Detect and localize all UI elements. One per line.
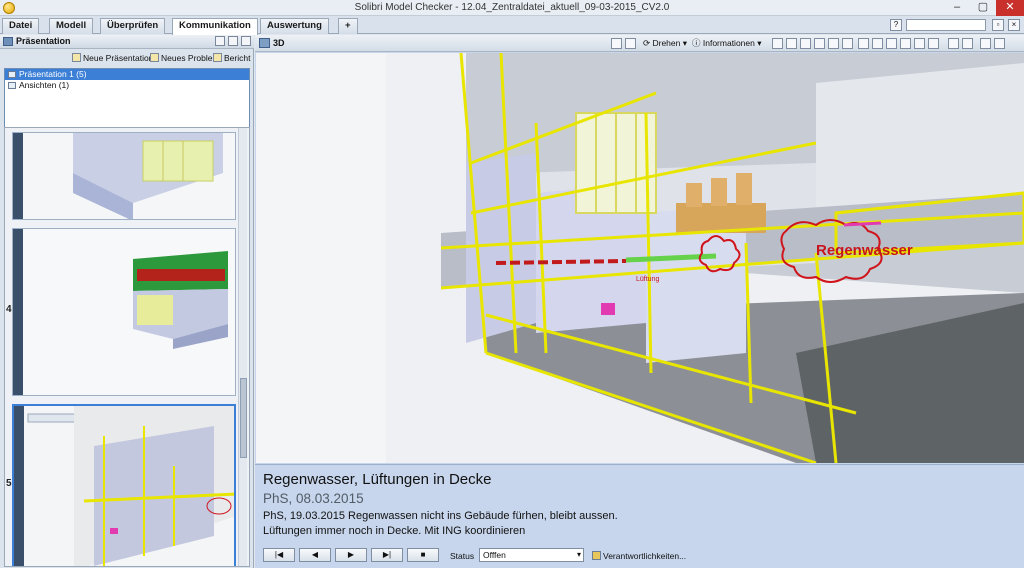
zoom-fit-icon[interactable] [886, 38, 897, 49]
status-label: Status [450, 551, 475, 561]
issue-title: Regenwasser, Lüftungen in Decke [263, 471, 492, 488]
viewer-toolbar: 3D ⟳ Drehen ▾ ⓘ Informationen ▾ [255, 35, 1024, 52]
slide-thumbnail-selected[interactable] [12, 404, 236, 566]
new-issue-button[interactable]: Neues Problem [150, 53, 220, 63]
presentation-icon [3, 37, 13, 46]
report-icon [213, 53, 222, 62]
title-bar: Solibri Model Checker - 12.04_Zentraldat… [0, 0, 1024, 16]
rotate-button[interactable]: ⟳ Drehen ▾ [643, 38, 687, 49]
panel-close-icon[interactable] [241, 36, 251, 46]
slide-number: 5 [6, 478, 12, 489]
issue-details: Regenwasser, Lüftungen in Decke PhS, 08.… [255, 464, 1024, 568]
tab-modell[interactable]: Modell [49, 18, 94, 34]
tab-auswertung[interactable]: Auswertung [260, 18, 329, 34]
last-slide-button[interactable]: ▶| [371, 548, 403, 562]
list-item-label: Ansichten (1) [19, 80, 70, 90]
issue-comment: Lüftungen immer noch in Decke. Mit ING k… [263, 525, 526, 537]
first-slide-button[interactable]: |◀ [263, 548, 295, 562]
slide-number: 4 [6, 304, 12, 315]
zoom-window-icon[interactable] [900, 38, 911, 49]
list-item-label: Präsentation 1 (5) [19, 69, 87, 79]
annotation-lueftung: Lüftung [636, 276, 659, 283]
panel-float-icon[interactable] [215, 36, 225, 46]
3d-viewport[interactable]: Regenwasser Lüftung [256, 53, 1024, 463]
window-title: Solibri Model Checker - 12.04_Zentraldat… [354, 2, 670, 13]
zoom-in-icon[interactable] [858, 38, 869, 49]
responsibilities-label: Verantwortlichkeiten... [603, 551, 687, 561]
panel-float-icon[interactable] [962, 38, 973, 49]
menu-bar: Datei Modell Überprüfen Kommunikation Au… [0, 16, 1024, 35]
tab-kommunikation[interactable]: Kommunikation [172, 18, 258, 35]
measure-tool-icon[interactable] [914, 38, 925, 49]
slide-thumbnail[interactable] [12, 132, 236, 220]
rotate-label: Drehen [652, 38, 681, 48]
issue-author-date: PhS, 08.03.2015 [263, 491, 364, 506]
status-value: Offfen [483, 550, 506, 560]
report-button[interactable]: Bericht [213, 53, 250, 63]
views-item-icon [8, 82, 16, 89]
new-presentation-label: Neue Präsentation [83, 53, 154, 63]
window-close-icon[interactable]: × [1008, 19, 1020, 31]
cube-3d-icon [259, 38, 270, 48]
zoom-out-icon[interactable] [872, 38, 883, 49]
slide-thumbnails: 4 5 [4, 127, 250, 567]
close-button[interactable]: ✕ [996, 0, 1024, 16]
viewer-panel: 3D ⟳ Drehen ▾ ⓘ Informationen ▾ Regenwas… [255, 35, 1024, 568]
info-button[interactable]: ⓘ Informationen ▾ [692, 38, 762, 49]
select-tool-icon[interactable] [928, 38, 939, 49]
scrollbar-thumb[interactable] [240, 378, 247, 458]
section-tool-icon[interactable] [786, 38, 797, 49]
help-icon[interactable]: ? [890, 19, 902, 31]
thumbnail-scrollbar[interactable] [238, 128, 247, 566]
report-label: Bericht [224, 53, 251, 63]
presentation-toolbar: Neue Präsentation Neues Problem Bericht [0, 50, 254, 66]
annotation-regenwasser: Regenwasser [816, 242, 913, 259]
maximize-button[interactable]: ▢ [970, 0, 996, 16]
presentation-item-icon [8, 71, 16, 78]
presentation-panel: Präsentation Neue Präsentation Neues Pro… [0, 35, 254, 568]
previous-slide-button[interactable]: ◀ [299, 548, 331, 562]
issue-comment: PhS, 19.03.2015 Regenwassen nicht ins Ge… [263, 510, 618, 522]
new-presentation-button[interactable]: Neue Präsentation [72, 53, 153, 63]
new-issue-icon [150, 53, 159, 62]
transparency-tool-icon[interactable] [814, 38, 825, 49]
chevron-down-icon: ▾ [576, 550, 581, 559]
hide-tool-icon[interactable] [800, 38, 811, 49]
view-tool-icon[interactable] [772, 38, 783, 49]
new-presentation-icon [72, 53, 81, 62]
play-button[interactable]: ▶ [335, 548, 367, 562]
tab-ueberpruefen[interactable]: Überprüfen [100, 18, 166, 34]
responsibilities-button[interactable]: Verantwortlichkeiten... [592, 551, 686, 561]
layout-icon[interactable] [948, 38, 959, 49]
status-dropdown[interactable]: Offfen ▾ [479, 548, 584, 562]
panel-close-icon[interactable] [994, 38, 1005, 49]
tab-add[interactable]: + [338, 18, 358, 34]
stop-button[interactable]: ■ [407, 548, 439, 562]
window-restore-icon[interactable]: ▫ [992, 19, 1004, 31]
search-input[interactable] [906, 19, 986, 31]
color-tool-icon[interactable] [828, 38, 839, 49]
responsibilities-icon [592, 551, 601, 560]
minimize-button[interactable]: – [944, 0, 970, 16]
settings-tool-icon[interactable] [842, 38, 853, 49]
list-item-presentation[interactable]: Präsentation 1 (5) [5, 69, 249, 80]
panel-maximize-icon[interactable] [228, 36, 238, 46]
presentation-panel-title: Präsentation [16, 36, 71, 46]
presentation-panel-header: Präsentation [0, 35, 254, 49]
viewer-title: 3D [273, 38, 285, 48]
list-item-views[interactable]: Ansichten (1) [5, 80, 249, 91]
info-label: Informationen [702, 38, 755, 48]
nav-back-icon[interactable] [611, 38, 622, 49]
panel-maximize-icon[interactable] [980, 38, 991, 49]
nav-forward-icon[interactable] [625, 38, 636, 49]
tab-datei[interactable]: Datei [2, 18, 40, 34]
slide-thumbnail[interactable] [12, 228, 236, 396]
new-issue-label: Neues Problem [161, 53, 220, 63]
